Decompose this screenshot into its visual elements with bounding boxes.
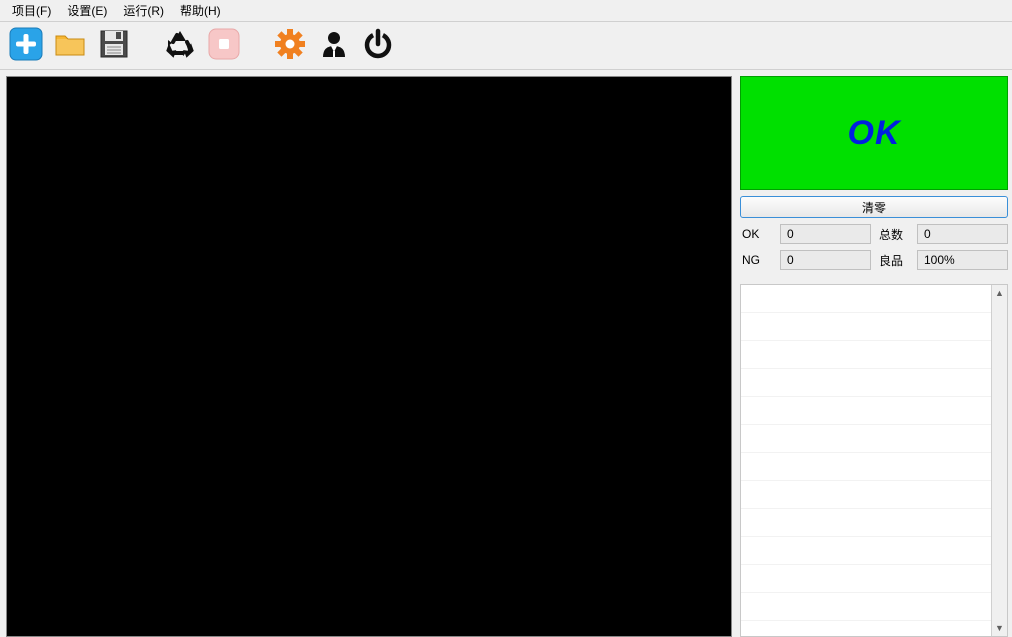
- recycle-icon: [163, 27, 197, 64]
- open-button[interactable]: [50, 26, 90, 66]
- list-item: [741, 397, 991, 425]
- toolbar: [0, 22, 1012, 70]
- list-item: [741, 509, 991, 537]
- gear-icon: [273, 27, 307, 64]
- list-item: [741, 341, 991, 369]
- power-button[interactable]: [358, 26, 398, 66]
- clear-button-label: 清零: [862, 199, 886, 216]
- menu-project[interactable]: 项目(F): [4, 0, 59, 21]
- list-item: [741, 593, 991, 621]
- power-icon: [361, 27, 395, 64]
- list-item: [741, 565, 991, 593]
- stats-grid: OK 0 总数 0 NG 0 良品 100%: [740, 224, 1008, 270]
- plus-icon: [9, 27, 43, 64]
- folder-icon: [53, 27, 87, 64]
- scroll-up-icon[interactable]: ▲: [992, 285, 1007, 301]
- ok-label: OK: [740, 227, 774, 241]
- ng-label: NG: [740, 253, 774, 267]
- save-button[interactable]: [94, 26, 134, 66]
- stop-button[interactable]: [204, 26, 244, 66]
- menu-help[interactable]: 帮助(H): [172, 0, 229, 21]
- status-indicator: OK: [740, 76, 1008, 190]
- yield-value: 100%: [917, 250, 1008, 270]
- user-icon: [317, 27, 351, 64]
- scroll-down-icon[interactable]: ▼: [992, 620, 1007, 636]
- settings-button[interactable]: [270, 26, 310, 66]
- menu-run[interactable]: 运行(R): [115, 0, 172, 21]
- list-item: [741, 285, 991, 313]
- list-item: [741, 537, 991, 565]
- total-label: 总数: [877, 226, 911, 243]
- log-panel: ▲ ▼: [740, 284, 1008, 637]
- log-lines: [741, 285, 991, 636]
- new-button[interactable]: [6, 26, 46, 66]
- status-text: OK: [848, 114, 901, 153]
- list-item: [741, 313, 991, 341]
- list-item: [741, 481, 991, 509]
- recycle-button[interactable]: [160, 26, 200, 66]
- ok-value: 0: [780, 224, 871, 244]
- clear-button[interactable]: 清零: [740, 196, 1008, 218]
- list-item: [741, 425, 991, 453]
- content-area: OK 清零 OK 0 总数 0 NG 0 良品 100%: [0, 70, 1012, 637]
- list-item: [741, 369, 991, 397]
- total-value: 0: [917, 224, 1008, 244]
- floppy-icon: [97, 27, 131, 64]
- image-viewer[interactable]: [6, 76, 732, 637]
- stop-icon: [207, 27, 241, 64]
- user-button[interactable]: [314, 26, 354, 66]
- menubar: 项目(F) 设置(E) 运行(R) 帮助(H): [0, 0, 1012, 22]
- side-panel: OK 清零 OK 0 总数 0 NG 0 良品 100%: [740, 76, 1008, 637]
- menu-settings[interactable]: 设置(E): [59, 0, 115, 21]
- scrollbar[interactable]: ▲ ▼: [991, 285, 1007, 636]
- list-item: [741, 453, 991, 481]
- yield-label: 良品: [877, 252, 911, 269]
- ng-value: 0: [780, 250, 871, 270]
